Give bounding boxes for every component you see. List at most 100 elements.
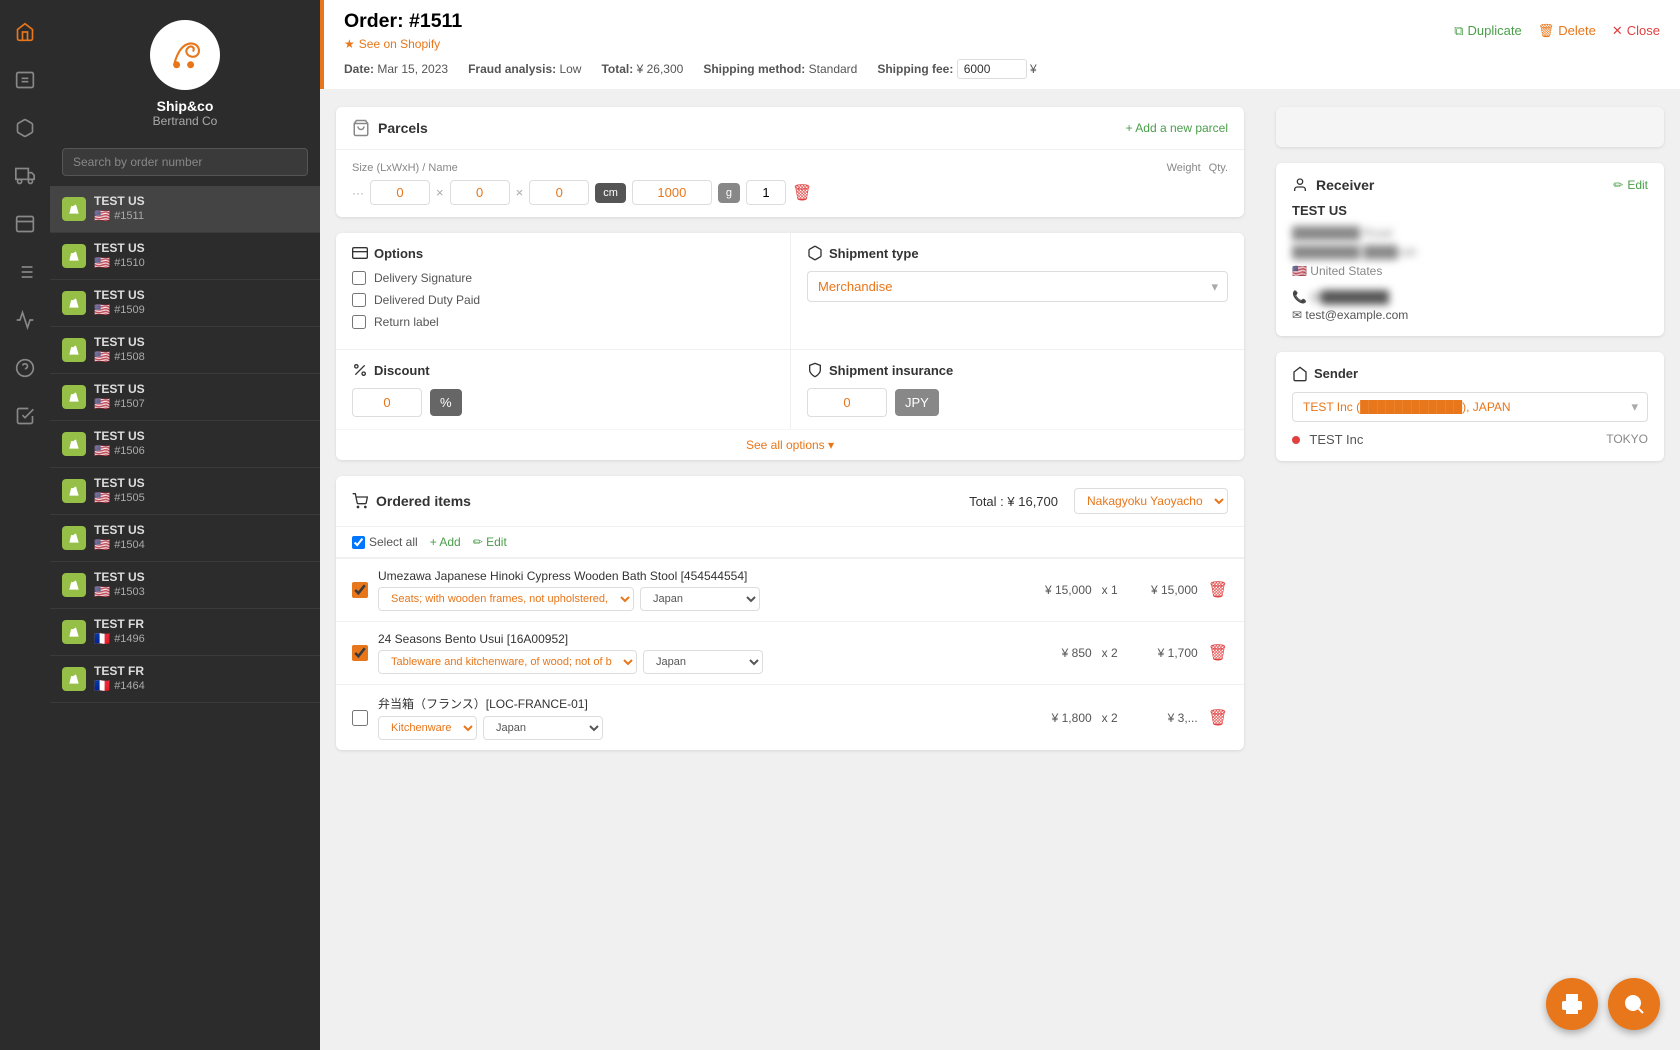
address-line1: ████████ Road: [1292, 224, 1392, 243]
item-delete-button-1[interactable]: 🗑: [1208, 580, 1228, 600]
item-country-select-3[interactable]: Japan: [483, 716, 603, 740]
add-item-button[interactable]: + Add: [430, 535, 461, 549]
close-button[interactable]: ✕ Close: [1612, 23, 1660, 39]
shipping-fee-input[interactable]: [957, 59, 1027, 79]
see-all-options-button[interactable]: See all options ▾: [336, 429, 1244, 460]
edit-items-button[interactable]: ✏ Edit: [473, 535, 507, 549]
sidebar-order-item-#1507[interactable]: TEST US 🇺🇸#1507: [50, 374, 320, 421]
top-placeholder: [1276, 107, 1664, 147]
insurance-row: JPY: [807, 388, 1228, 417]
item-checkbox-1[interactable]: [352, 582, 368, 598]
col-qty: Qty.: [1209, 162, 1228, 174]
nav-icon-chart[interactable]: [9, 304, 41, 336]
add-parcel-label: + Add a new parcel: [1126, 121, 1228, 135]
delivery-signature-checkbox[interactable]: [352, 271, 366, 285]
delivered-duty-paid-checkbox[interactable]: [352, 293, 366, 307]
sidebar-order-item-#1503[interactable]: TEST US 🇺🇸#1503: [50, 562, 320, 609]
item-category-select-3[interactable]: Kitchenware: [378, 716, 477, 740]
delivered-duty-paid-option[interactable]: Delivered Duty Paid: [352, 293, 774, 307]
parcel-delete-button[interactable]: 🗑: [792, 183, 812, 203]
nav-icon-truck[interactable]: [9, 160, 41, 192]
sender-select[interactable]: TEST Inc (████████████), JAPAN: [1292, 392, 1648, 422]
add-parcel-button[interactable]: + Add a new parcel: [1126, 121, 1228, 135]
select-all-button[interactable]: Select all: [352, 535, 418, 549]
item-category-select-2[interactable]: Tableware and kitchenware, of wood; not …: [378, 650, 637, 674]
discount-input[interactable]: [352, 388, 422, 417]
delete-button[interactable]: 🗑 Delete: [1538, 23, 1596, 39]
sidebar-order-item-#1509[interactable]: TEST US 🇺🇸#1509: [50, 280, 320, 327]
left-nav: [0, 0, 50, 1050]
shipment-type-select[interactable]: Merchandise Documents Gift Returned Good…: [807, 271, 1228, 302]
sidebar-order-item-#1506[interactable]: TEST US 🇺🇸#1506: [50, 421, 320, 468]
search-button[interactable]: [1608, 978, 1660, 1030]
select-all-checkbox[interactable]: [352, 536, 365, 549]
order-header-row1: Order: #1511 ★ See on Shopify ⧉ Duplicat…: [324, 0, 1680, 55]
dim-y-input[interactable]: [450, 180, 510, 205]
sidebar-order-item-#1505[interactable]: TEST US 🇺🇸#1505: [50, 468, 320, 515]
order-name: TEST US: [94, 570, 308, 584]
item-category-select-1[interactable]: Seats; with wooden frames, not upholster…: [378, 587, 634, 611]
item-name-3: 弁当箱（フランス）[LOC-FRANCE-01]: [378, 695, 1042, 712]
item-country-select-2[interactable]: Japan: [643, 650, 763, 674]
nav-icon-list[interactable]: [9, 256, 41, 288]
duplicate-button[interactable]: ⧉ Duplicate: [1454, 23, 1522, 39]
receiver-edit-button[interactable]: ✏ Edit: [1613, 178, 1648, 192]
sender-card: Sender TEST Inc (████████████), JAPAN TE…: [1276, 352, 1664, 461]
nav-icon-orders[interactable]: [9, 64, 41, 96]
insurance-unit-button[interactable]: JPY: [895, 389, 939, 416]
sidebar-order-item-#1496[interactable]: TEST FR 🇫🇷#1496: [50, 609, 320, 656]
sidebar-order-item-#1508[interactable]: TEST US 🇺🇸#1508: [50, 327, 320, 374]
shopify-icon: [62, 197, 86, 221]
sidebar: Ship&co Bertrand Co TEST US 🇺🇸#1511 TEST…: [50, 0, 320, 1050]
weight-input[interactable]: [632, 180, 712, 205]
shopify-link[interactable]: ★ See on Shopify: [344, 37, 462, 51]
sidebar-order-item-#1510[interactable]: TEST US 🇺🇸#1510: [50, 233, 320, 280]
right-panel: Receiver ✏ Edit TEST US ████████ Road ██…: [1260, 91, 1680, 1050]
item-country-select-1[interactable]: Japan: [640, 587, 760, 611]
close-icon: ✕: [1612, 23, 1623, 39]
location-select[interactable]: Nakagyoku Yaoyacho: [1074, 488, 1228, 514]
discount-unit-button[interactable]: %: [430, 389, 462, 416]
shipment-type-title: Shipment type: [807, 245, 1228, 261]
item-delete-button-3[interactable]: 🗑: [1208, 708, 1228, 728]
print-button[interactable]: [1546, 978, 1598, 1030]
order-number-sidebar: 🇫🇷#1496: [94, 631, 308, 647]
return-label-checkbox[interactable]: [352, 315, 366, 329]
shopify-icon: [62, 432, 86, 456]
order-number-sidebar: 🇺🇸#1508: [94, 349, 308, 365]
order-info: TEST US 🇺🇸#1509: [94, 288, 308, 318]
return-label-option[interactable]: Return label: [352, 315, 774, 329]
dim-z-input[interactable]: [529, 180, 589, 205]
item-delete-button-2[interactable]: 🗑: [1208, 643, 1228, 663]
insurance-input[interactable]: [807, 388, 887, 417]
receiver-email: test@example.com: [1305, 308, 1408, 322]
main-content: Order: #1511 ★ See on Shopify ⧉ Duplicat…: [320, 0, 1680, 1050]
delivery-signature-option[interactable]: Delivery Signature: [352, 271, 774, 285]
sender-name: TEST Inc: [1309, 432, 1363, 447]
order-number-sidebar: 🇺🇸#1503: [94, 584, 308, 600]
item-checkbox-2[interactable]: [352, 645, 368, 661]
return-label-label: Return label: [374, 315, 439, 329]
sender-info: TEST Inc TOKYO: [1292, 432, 1648, 447]
dim-x-input[interactable]: [370, 180, 430, 205]
sidebar-order-item-#1504[interactable]: TEST US 🇺🇸#1504: [50, 515, 320, 562]
parcels-title: Parcels: [352, 119, 428, 137]
nav-icon-settings[interactable]: [9, 208, 41, 240]
search-input[interactable]: [62, 148, 308, 176]
item-checkbox-3[interactable]: [352, 710, 368, 726]
shopify-link-label[interactable]: See on Shopify: [359, 37, 440, 51]
parcels-title-text: Parcels: [378, 120, 428, 136]
nav-icon-home[interactable]: [9, 16, 41, 48]
nav-icon-help[interactable]: [9, 352, 41, 384]
dim-sep-2: ×: [516, 185, 524, 200]
order-name: TEST US: [94, 476, 308, 490]
sender-title-text: Sender: [1314, 366, 1358, 381]
search-container: [50, 138, 320, 186]
sidebar-order-item-#1464[interactable]: TEST FR 🇫🇷#1464: [50, 656, 320, 703]
nav-icon-box[interactable]: [9, 112, 41, 144]
nav-icon-export[interactable]: [9, 400, 41, 432]
sidebar-order-item-#1511[interactable]: TEST US 🇺🇸#1511: [50, 186, 320, 233]
receiver-card: Receiver ✏ Edit TEST US ████████ Road ██…: [1276, 163, 1664, 336]
ordered-items-title-text: Ordered items: [376, 493, 471, 509]
qty-input[interactable]: [746, 180, 786, 205]
